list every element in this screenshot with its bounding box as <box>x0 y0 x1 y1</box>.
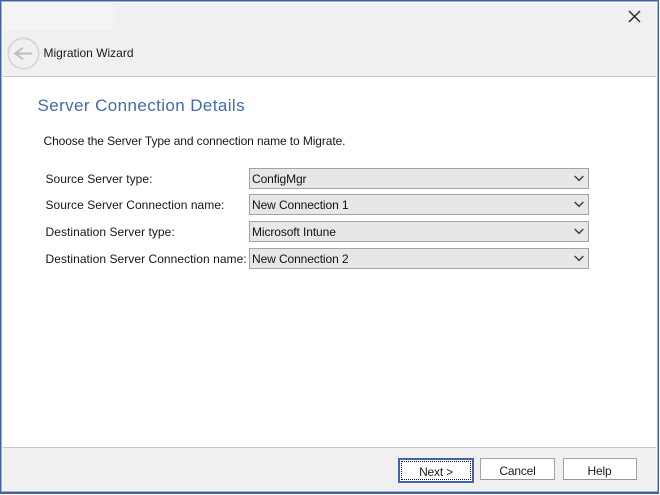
content-area: Server Connection Details Choose the Ser… <box>1 76 657 447</box>
arrow-left-circle-icon <box>7 37 40 70</box>
destination-server-type-label: Destination Server type: <box>46 221 175 242</box>
page-title: Server Connection Details <box>38 96 245 116</box>
wizard-title: Migration Wizard <box>44 28 134 75</box>
source-connection-name-label: Source Server Connection name: <box>46 194 225 215</box>
chevron-down-icon <box>574 255 584 262</box>
cancel-button[interactable]: Cancel <box>480 458 555 480</box>
close-icon <box>628 10 641 23</box>
back-button[interactable] <box>7 37 40 70</box>
chevron-down-icon <box>574 201 584 208</box>
destination-connection-name-label: Destination Server Connection name: <box>46 248 247 269</box>
source-server-type-value: ConfigMgr <box>250 172 307 186</box>
destination-server-type-dropdown[interactable]: Microsoft Intune <box>249 221 589 242</box>
chevron-down-icon <box>574 175 584 182</box>
page-subtitle: Choose the Server Type and connection na… <box>44 134 346 148</box>
chevron-down-icon <box>574 228 584 235</box>
destination-connection-name-dropdown[interactable]: New Connection 2 <box>249 248 589 269</box>
destination-connection-name-value: New Connection 2 <box>250 252 349 266</box>
source-server-type-dropdown[interactable]: ConfigMgr <box>249 168 589 189</box>
destination-server-type-value: Microsoft Intune <box>250 225 336 239</box>
help-button[interactable]: Help <box>563 458 637 480</box>
wizard-window: Migration Wizard Server Connection Detai… <box>0 0 659 494</box>
source-server-type-label: Source Server type: <box>46 168 153 189</box>
form-row-destination-connection-name: Destination Server Connection name: New … <box>1 248 657 269</box>
source-connection-name-dropdown[interactable]: New Connection 1 <box>249 194 589 215</box>
source-connection-name-value: New Connection 1 <box>250 198 349 212</box>
next-button[interactable]: Next > <box>398 458 474 483</box>
close-button[interactable] <box>619 5 651 28</box>
title-bar-sheen <box>2 2 113 30</box>
footer-bar: Next > Cancel Help <box>1 448 658 491</box>
wizard-header: Migration Wizard <box>1 28 658 75</box>
title-bar[interactable] <box>1 1 658 28</box>
header-divider <box>1 76 658 77</box>
form-row-source-connection-name: Source Server Connection name: New Conne… <box>1 194 657 215</box>
form-row-destination-server-type: Destination Server type: Microsoft Intun… <box>1 221 657 242</box>
form-row-source-server-type: Source Server type: ConfigMgr <box>1 168 657 189</box>
